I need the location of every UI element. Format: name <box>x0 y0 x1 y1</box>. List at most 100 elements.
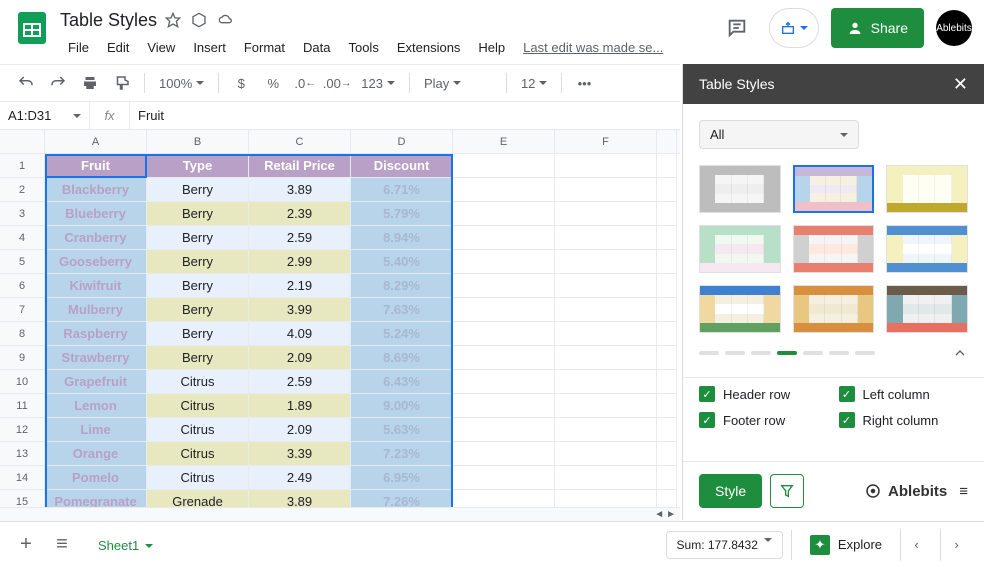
cell[interactable] <box>555 202 657 226</box>
cell[interactable]: 2.59 <box>249 226 351 250</box>
menu-help[interactable]: Help <box>470 36 513 59</box>
table-style-template[interactable] <box>793 165 875 213</box>
cell[interactable] <box>657 442 677 466</box>
cell[interactable] <box>453 466 555 490</box>
table-style-template[interactable] <box>886 285 968 333</box>
cell[interactable]: Berry <box>147 226 249 250</box>
add-sheet-button[interactable]: + <box>12 531 40 559</box>
table-style-template[interactable] <box>793 225 875 273</box>
more-toolbar-button[interactable]: ••• <box>570 69 598 97</box>
cell[interactable]: Citrus <box>147 418 249 442</box>
row-header[interactable]: 4 <box>0 226 44 250</box>
cell[interactable]: Citrus <box>147 394 249 418</box>
cell[interactable]: Citrus <box>147 442 249 466</box>
cell[interactable]: 9.00% <box>351 394 453 418</box>
right-column-checkbox[interactable]: ✓Right column <box>839 412 969 428</box>
sheet-tab[interactable]: Sheet1 <box>84 528 167 561</box>
cell[interactable] <box>657 346 677 370</box>
cell[interactable] <box>453 154 555 178</box>
cell[interactable]: Citrus <box>147 466 249 490</box>
cell[interactable]: 2.99 <box>249 250 351 274</box>
col-header[interactable]: F <box>555 130 657 153</box>
cell[interactable] <box>657 394 677 418</box>
cell[interactable]: Berry <box>147 346 249 370</box>
cell[interactable] <box>555 322 657 346</box>
table-style-template[interactable] <box>886 165 968 213</box>
cell[interactable]: 4.09 <box>249 322 351 346</box>
cell[interactable]: Gooseberry <box>45 250 147 274</box>
cell[interactable]: 6.71% <box>351 178 453 202</box>
menu-extensions[interactable]: Extensions <box>389 36 469 59</box>
menu-format[interactable]: Format <box>236 36 293 59</box>
cell[interactable]: Berry <box>147 202 249 226</box>
select-all-corner[interactable] <box>0 130 45 154</box>
cell[interactable] <box>555 178 657 202</box>
cell[interactable]: Lime <box>45 418 147 442</box>
cell[interactable] <box>657 298 677 322</box>
cell[interactable]: 5.40% <box>351 250 453 274</box>
collapse-icon[interactable] <box>952 345 968 361</box>
cell[interactable]: 3.89 <box>249 178 351 202</box>
cell[interactable]: Berry <box>147 322 249 346</box>
cell[interactable] <box>555 346 657 370</box>
ablebits-brand[interactable]: Ablebits ≡ <box>864 482 968 500</box>
number-format-select[interactable]: 123 <box>355 76 401 91</box>
horizontal-scrollbar[interactable]: ◄ ► <box>0 507 680 521</box>
row-header[interactable]: 14 <box>0 466 44 490</box>
account-avatar[interactable]: Ablebits <box>936 10 972 46</box>
cell[interactable] <box>453 178 555 202</box>
cell[interactable]: Citrus <box>147 370 249 394</box>
cell[interactable]: 1.89 <box>249 394 351 418</box>
cell[interactable] <box>555 442 657 466</box>
cell[interactable]: Berry <box>147 178 249 202</box>
move-icon[interactable] <box>191 12 207 28</box>
row-header[interactable]: 9 <box>0 346 44 370</box>
cloud-icon[interactable] <box>217 12 235 28</box>
footer-row-checkbox[interactable]: ✓Footer row <box>699 412 829 428</box>
cell[interactable]: Berry <box>147 250 249 274</box>
cell[interactable] <box>657 274 677 298</box>
cell[interactable] <box>453 274 555 298</box>
cell[interactable]: Grapefruit <box>45 370 147 394</box>
row-header[interactable]: 13 <box>0 442 44 466</box>
cell[interactable] <box>657 322 677 346</box>
percent-button[interactable]: % <box>259 69 287 97</box>
paint-format-button[interactable] <box>108 69 136 97</box>
menu-data[interactable]: Data <box>295 36 338 59</box>
cell[interactable] <box>453 370 555 394</box>
cell[interactable] <box>657 178 677 202</box>
cell[interactable]: 2.19 <box>249 274 351 298</box>
cell[interactable]: Cranberry <box>45 226 147 250</box>
cell[interactable]: Kiwifruit <box>45 274 147 298</box>
cell[interactable] <box>453 394 555 418</box>
decrease-decimal-button[interactable]: .0← <box>291 69 319 97</box>
cell[interactable] <box>453 442 555 466</box>
cell[interactable]: Lemon <box>45 394 147 418</box>
cell[interactable] <box>555 418 657 442</box>
explore-button[interactable]: ✦Explore <box>800 529 892 561</box>
row-header[interactable]: 1 <box>0 154 44 178</box>
table-style-template[interactable] <box>699 225 781 273</box>
scroll-left-icon[interactable]: ◄ <box>654 509 664 520</box>
cell[interactable]: Blackberry <box>45 178 147 202</box>
cell[interactable]: 5.63% <box>351 418 453 442</box>
col-header[interactable]: C <box>249 130 351 153</box>
cell[interactable]: 6.43% <box>351 370 453 394</box>
cell[interactable]: 2.39 <box>249 202 351 226</box>
cell[interactable]: 8.69% <box>351 346 453 370</box>
name-box[interactable]: A1:D31 <box>0 102 90 129</box>
col-header[interactable]: A <box>45 130 147 153</box>
cell[interactable] <box>657 370 677 394</box>
cell[interactable]: Berry <box>147 298 249 322</box>
left-column-checkbox[interactable]: ✓Left column <box>839 386 969 402</box>
cell[interactable] <box>657 466 677 490</box>
cell[interactable]: Fruit <box>45 154 147 178</box>
template-filter-select[interactable]: All <box>699 120 859 149</box>
cell[interactable] <box>555 298 657 322</box>
row-header[interactable]: 6 <box>0 274 44 298</box>
font-select[interactable]: Play <box>418 76 498 91</box>
menu-insert[interactable]: Insert <box>185 36 234 59</box>
menu-edit[interactable]: Edit <box>99 36 137 59</box>
spreadsheet-grid[interactable]: ABCDEF 123456789101112131415 FruitTypeRe… <box>0 130 680 545</box>
cell[interactable] <box>657 418 677 442</box>
